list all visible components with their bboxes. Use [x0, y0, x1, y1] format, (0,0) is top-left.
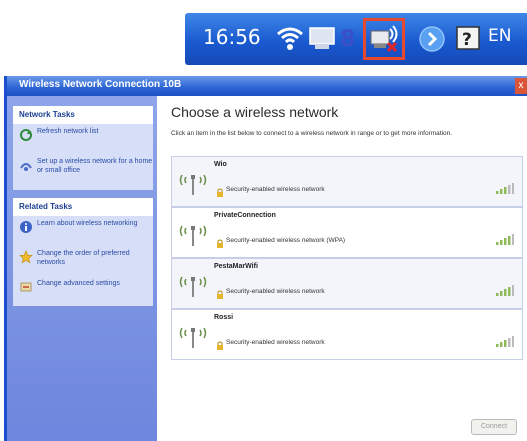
info-icon — [19, 220, 33, 239]
lock-icon — [216, 185, 224, 203]
network-ssid: PestaMarWifi — [214, 263, 258, 270]
network-tasks-group: Network Tasks Refresh network list Set u… — [13, 106, 153, 190]
signal-strength-icon — [496, 181, 514, 199]
change-advanced-settings-link[interactable]: Change advanced settings — [13, 276, 153, 306]
setup-wireless-network-link[interactable]: Set up a wireless network for a home or … — [13, 154, 153, 190]
task-label: Learn about wireless networking — [37, 220, 138, 227]
network-row[interactable]: Rossi Security-enabled wireless network — [171, 309, 523, 360]
lock-icon — [216, 287, 224, 305]
refresh-network-list-link[interactable]: Refresh network list — [13, 124, 153, 154]
learn-about-wireless-link[interactable]: Learn about wireless networking — [13, 216, 153, 246]
monitor-icon[interactable] — [307, 23, 337, 58]
show-hidden-icons-chevron-icon[interactable] — [418, 25, 446, 58]
help-icon[interactable]: ? — [455, 25, 481, 56]
wireless-network-window: Wireless Network Connection 10B x Networ… — [4, 76, 527, 441]
wireless-disconnected-icon[interactable] — [368, 23, 402, 60]
instructions-text: Click an item in the list below to conne… — [171, 130, 453, 137]
network-security: Security-enabled wireless network — [226, 186, 325, 193]
lock-icon — [216, 338, 224, 356]
signal-strength-icon — [496, 232, 514, 250]
network-ssid: Wio — [214, 161, 227, 168]
task-label: Set up a wireless network for a home or … — [37, 158, 153, 174]
svg-text:?: ? — [462, 30, 472, 50]
task-pane: Network Tasks Refresh network list Set u… — [7, 96, 157, 441]
network-row[interactable]: Wio Security-enabled wireless network — [171, 156, 523, 207]
connect-button[interactable]: Connect — [471, 419, 517, 435]
setup-network-icon — [19, 158, 33, 177]
signal-strength-icon — [496, 283, 514, 301]
network-security: Security-enabled wireless network — [226, 339, 325, 346]
wireless-antenna-icon — [178, 269, 208, 304]
change-preferred-order-link[interactable]: Change the order of preferred networks — [13, 246, 153, 276]
task-label: Change advanced settings — [37, 280, 120, 287]
signal-strength-icon — [496, 334, 514, 352]
title-bar[interactable]: Wireless Network Connection 10B x — [7, 76, 527, 96]
task-label: Change the order of preferred networks — [37, 250, 130, 266]
wireless-antenna-icon — [178, 218, 208, 253]
network-security: Security-enabled wireless network (WPA) — [226, 237, 346, 244]
wifi-signal-icon[interactable] — [275, 23, 305, 58]
page-title: Choose a wireless network — [171, 104, 339, 120]
main-content: Choose a wireless network Click an item … — [157, 96, 527, 441]
refresh-icon — [19, 128, 33, 147]
settings-icon — [19, 280, 33, 299]
language-indicator[interactable]: EN — [488, 26, 511, 46]
network-tasks-header: Network Tasks — [13, 106, 153, 124]
clock[interactable]: 16:56 — [203, 25, 261, 49]
network-row[interactable]: PestaMarWifi Security-enabled wireless n… — [171, 258, 523, 309]
star-icon — [19, 250, 33, 269]
taskbar-tray: 16:56 8 ? EN — [185, 13, 527, 65]
network-row[interactable]: PrivateConnection Security-enabled wirel… — [171, 207, 523, 258]
wireless-antenna-icon — [178, 320, 208, 355]
network-security: Security-enabled wireless network — [226, 288, 325, 295]
svg-text:8: 8 — [340, 27, 355, 52]
lock-icon — [216, 236, 224, 254]
network-ssid: Rossi — [214, 314, 234, 321]
window-title: Wireless Network Connection 10B — [19, 79, 182, 90]
close-button[interactable]: x — [515, 78, 527, 94]
network-ssid: PrivateConnection — [214, 212, 276, 219]
related-tasks-group: Related Tasks Learn about wireless netwo… — [13, 198, 153, 306]
task-label: Refresh network list — [37, 128, 99, 135]
8-icon[interactable]: 8 — [337, 23, 361, 58]
related-tasks-header: Related Tasks — [13, 198, 153, 216]
wireless-antenna-icon — [178, 167, 208, 202]
